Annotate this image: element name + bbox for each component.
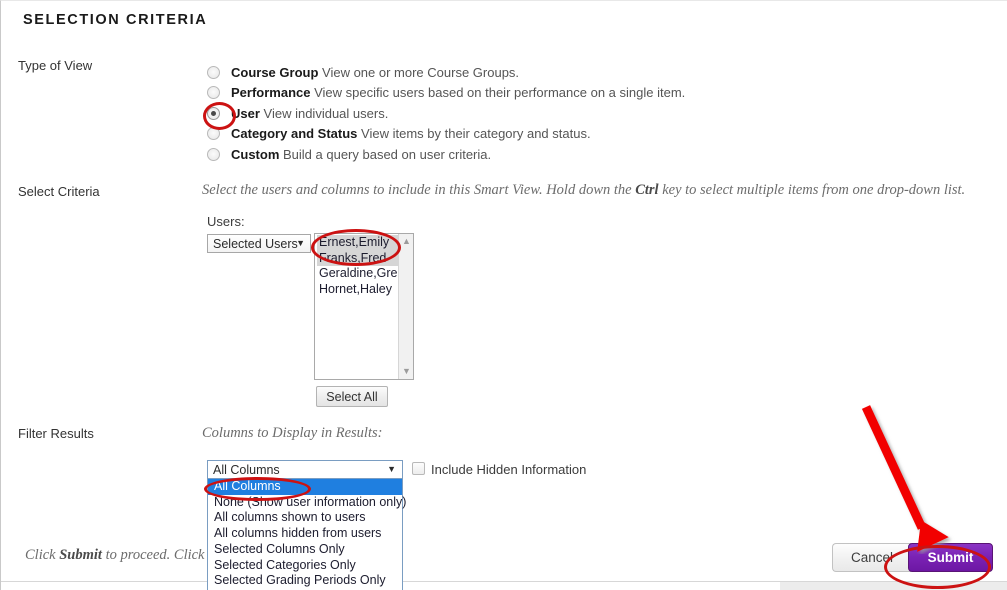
type-of-view-label: Type of View — [18, 58, 93, 73]
select-criteria-label: Select Criteria — [18, 184, 100, 199]
footer-instruction-pre: Click — [25, 547, 60, 563]
radio-option-label: Course Group View one or more Course Gro… — [231, 65, 519, 80]
radio-icon[interactable] — [207, 127, 220, 141]
submit-button[interactable]: Submit — [908, 543, 993, 572]
annotation-arrow — [861, 405, 949, 552]
columns-dropdown-value: All Columns — [213, 462, 280, 477]
scroll-down-icon[interactable]: ▼ — [399, 364, 413, 379]
radio-option-label: Performance View specific users based on… — [231, 85, 685, 100]
radio-option-course-group[interactable]: Course Group View one or more Course Gro… — [207, 62, 907, 83]
select-criteria-instruction: Select the users and columns to include … — [202, 182, 965, 199]
chevron-down-icon: ▼ — [387, 464, 396, 474]
radio-option-custom[interactable]: Custom Build a query based on user crite… — [207, 144, 907, 165]
select-all-button[interactable]: Select All — [316, 386, 388, 407]
dropdown-item-all-columns[interactable]: All Columns — [208, 479, 402, 495]
chevron-down-icon: ▼ — [296, 238, 305, 248]
instruction-post: key to select multiple items from one dr… — [658, 182, 966, 198]
dropdown-item-shown-to-users[interactable]: All columns shown to users — [208, 510, 402, 526]
radio-option-performance[interactable]: Performance View specific users based on… — [207, 83, 907, 104]
dropdown-item-hidden-from-users[interactable]: All columns hidden from users — [208, 526, 402, 542]
filter-results-label: Filter Results — [18, 426, 94, 441]
radio-option-bold: Custom — [231, 146, 280, 162]
radio-option-bold: Course Group — [231, 64, 319, 80]
radio-icon[interactable] — [207, 65, 220, 79]
include-hidden-label: Include Hidden Information — [431, 462, 587, 477]
scroll-up-icon[interactable]: ▲ — [399, 234, 413, 249]
dropdown-item-selected-grading-periods[interactable]: Selected Grading Periods Only — [208, 573, 402, 589]
dropdown-item-selected-columns[interactable]: Selected Columns Only — [208, 542, 402, 558]
radio-option-rest: Build a query based on user criteria. — [279, 146, 492, 162]
radio-option-category-and-status[interactable]: Category and Status View items by their … — [207, 124, 907, 145]
radio-option-label: Custom Build a query based on user crite… — [231, 147, 491, 162]
radio-option-rest: View one or more Course Groups. — [318, 64, 520, 80]
users-mode-value: Selected Users — [213, 236, 298, 251]
users-listbox[interactable]: Ernest,Emily Franks,Fred Geraldine,Greg … — [314, 233, 414, 380]
columns-dropdown-menu: All Columns None (Show user information … — [207, 479, 406, 590]
radio-option-bold: Performance — [231, 85, 311, 101]
radio-option-bold: Category and Status — [231, 126, 358, 142]
radio-icon[interactable] — [207, 147, 220, 161]
instruction-bold: Ctrl — [635, 182, 659, 198]
radio-option-rest: View items by their category and status. — [357, 126, 591, 142]
type-of-view-radio-group: Course Group View one or more Course Gro… — [207, 62, 907, 165]
radio-option-user[interactable]: User View individual users. — [207, 103, 907, 124]
radio-option-bold: User — [231, 105, 260, 121]
page-title: SELECTION CRITERIA — [23, 12, 208, 28]
footer-instruction-bold: Submit — [59, 547, 102, 563]
radio-option-rest: View individual users. — [259, 105, 389, 121]
columns-dropdown-trigger[interactable]: All Columns ▼ — [207, 460, 403, 479]
radio-icon-selected[interactable] — [207, 106, 220, 120]
radio-option-rest: View specific users based on their perfo… — [310, 85, 686, 101]
radio-option-label: User View individual users. — [231, 106, 388, 121]
users-caption: Users: — [207, 214, 245, 229]
cancel-button[interactable]: Cancel — [832, 543, 911, 572]
users-mode-dropdown[interactable]: Selected Users ▼ — [207, 234, 311, 253]
listbox-scrollbar[interactable]: ▲ ▼ — [398, 234, 413, 379]
radio-option-label: Category and Status View items by their … — [231, 126, 591, 141]
radio-icon[interactable] — [207, 86, 220, 100]
include-hidden-checkbox[interactable] — [412, 462, 425, 475]
columns-caption: Columns to Display in Results: — [202, 425, 383, 441]
instruction-pre: Select the users and columns to include … — [202, 182, 636, 198]
window-bottom-edge-right — [780, 582, 1007, 590]
dropdown-item-none[interactable]: None (Show user information only) — [208, 495, 406, 511]
dropdown-item-selected-categories[interactable]: Selected Categories Only — [208, 558, 402, 574]
button-bar: Cancel Submit — [832, 543, 993, 572]
selection-criteria-panel: SELECTION CRITERIA Type of View Course G… — [0, 0, 1007, 590]
